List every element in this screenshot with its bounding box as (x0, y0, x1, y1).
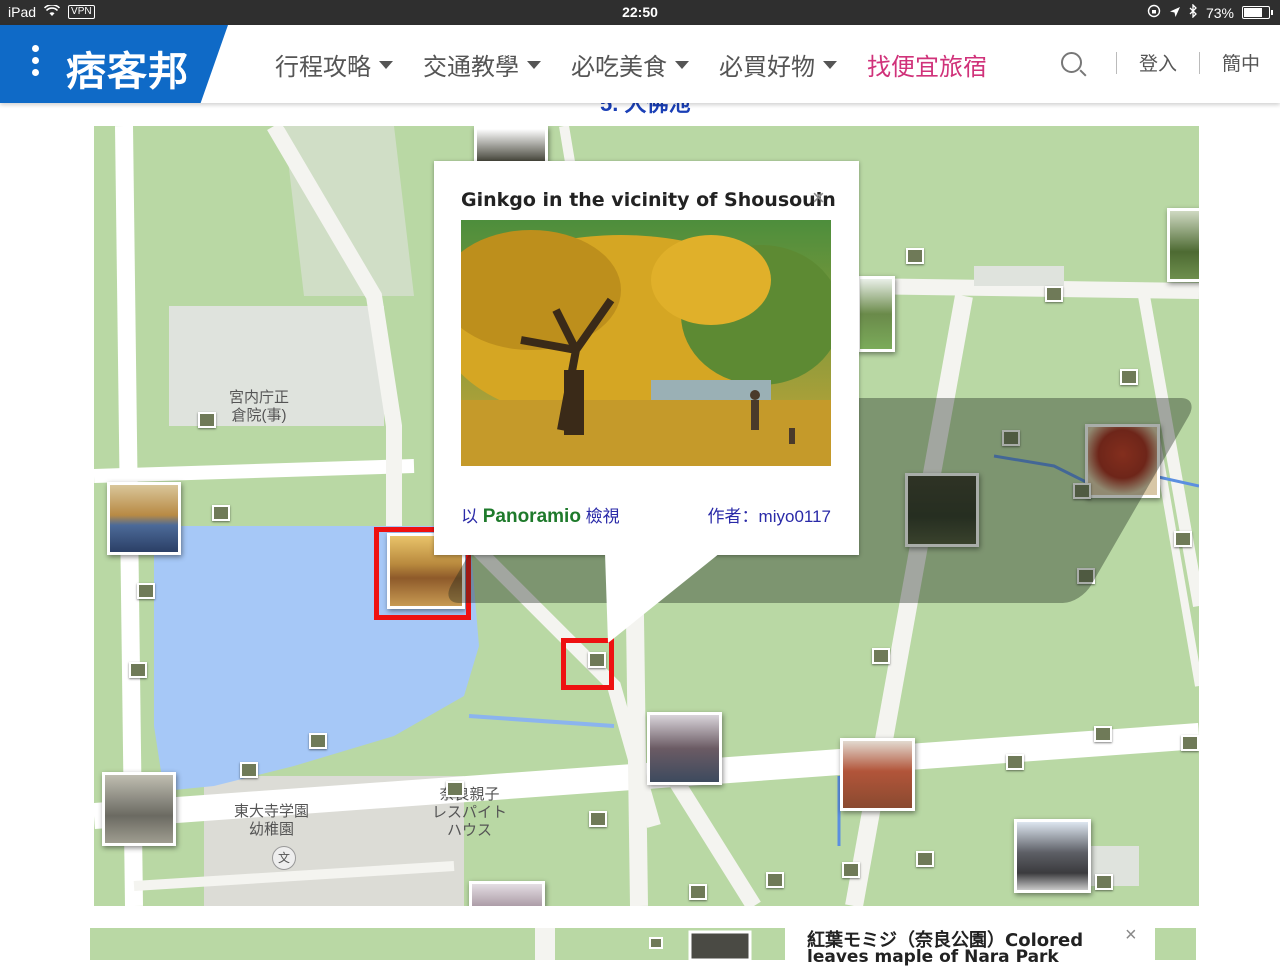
photo-marker[interactable] (906, 248, 924, 264)
battery-icon (1242, 6, 1273, 19)
header-actions: 登入 簡中 (1060, 49, 1260, 76)
next-info-window: 紅葉モミジ（奈良公園）Colored leaves maple of Nara … (785, 918, 1155, 967)
lock-rotation-icon (1147, 4, 1161, 21)
photo-marker[interactable] (137, 583, 155, 599)
info-window-photo[interactable] (461, 220, 831, 466)
photo-marker[interactable] (872, 648, 890, 664)
photo-marker[interactable] (766, 872, 784, 888)
divider (1198, 51, 1200, 74)
photo-marker[interactable] (1174, 531, 1192, 547)
photo-thumbnail[interactable] (107, 482, 181, 555)
photo-thumbnail[interactable] (1167, 208, 1199, 282)
photo-thumbnail[interactable] (857, 276, 895, 352)
location-arrow-icon (1169, 5, 1181, 21)
photo-marker[interactable] (1120, 369, 1138, 385)
author-link[interactable]: 作者：miyo0117 (708, 502, 831, 527)
photo-marker[interactable] (240, 762, 258, 778)
menu-dots-icon[interactable] (32, 45, 40, 81)
clock: 22:50 (622, 4, 658, 20)
photo-thumbnail[interactable] (647, 712, 722, 785)
school-icon: 文 (272, 846, 296, 870)
next-info-subtitle: leaves maple of Nara Park (807, 947, 1059, 967)
photo-marker[interactable] (1006, 754, 1024, 770)
main-nav: 行程攻略 交通教學 必吃美食 必買好物 找便宜旅宿 (275, 47, 1017, 82)
label-shosoin: 宮内庁正 倉院(事) (229, 389, 290, 424)
nav-item-food[interactable]: 必吃美食 (571, 47, 689, 82)
logo-block[interactable]: 痞客邦 (0, 25, 228, 103)
info-window-tail (605, 553, 720, 643)
photo-marker[interactable] (446, 781, 464, 797)
caret-down-icon (675, 60, 689, 69)
info-window: Ginkgo in the vicinity of Shousouin × 以 … (434, 161, 859, 555)
photo-marker[interactable] (198, 412, 216, 428)
photo-marker[interactable] (1045, 286, 1063, 302)
divider (1115, 51, 1117, 74)
photo-marker[interactable] (589, 811, 607, 827)
photo-thumbnail[interactable] (474, 126, 548, 166)
label-kindergarten: 東大寺学園 幼稚園 (234, 803, 310, 838)
photo-thumbnail[interactable] (840, 738, 915, 811)
site-header: 痞客邦 行程攻略 交通教學 必吃美食 必買好物 找便宜旅宿 登入 簡中 (0, 25, 1280, 103)
nav-item-transport[interactable]: 交通教學 (423, 47, 541, 82)
photo-marker[interactable] (842, 862, 860, 878)
panoramio-link[interactable]: 以 Panoramio 檢視 (461, 502, 620, 528)
annotation-highlight-marker (561, 638, 614, 690)
site-logo[interactable]: 痞客邦 (66, 39, 189, 97)
photo-marker[interactable] (129, 662, 147, 678)
nav-item-itinerary[interactable]: 行程攻略 (275, 47, 393, 82)
photo-marker[interactable] (1181, 735, 1199, 751)
caret-down-icon (527, 60, 541, 69)
nav-item-hotels[interactable]: 找便宜旅宿 (867, 47, 987, 82)
caret-down-icon (379, 60, 393, 69)
search-icon[interactable] (1060, 52, 1082, 73)
bluetooth-icon (1189, 3, 1198, 21)
photo-thumbnail[interactable] (469, 881, 545, 906)
nav-item-shopping[interactable]: 必買好物 (719, 47, 837, 82)
login-link[interactable]: 登入 (1139, 49, 1177, 76)
ginkgo-photo (461, 220, 831, 466)
battery-percent: 73% (1205, 4, 1234, 21)
photo-marker[interactable] (689, 884, 707, 900)
language-link[interactable]: 簡中 (1222, 49, 1260, 76)
photo-marker[interactable] (916, 851, 934, 867)
photo-thumbnail[interactable] (102, 772, 176, 846)
photo-thumbnail[interactable] (1014, 819, 1091, 893)
battery-fill (1244, 8, 1262, 17)
close-icon[interactable]: × (1125, 924, 1137, 947)
caret-down-icon (823, 60, 837, 69)
status-bar: iPad VPN 22:50 73% (0, 0, 1280, 25)
info-window-title: Ginkgo in the vicinity of Shousouin (461, 189, 836, 211)
photo-marker[interactable] (212, 505, 230, 521)
photo-marker[interactable] (1095, 874, 1113, 890)
photo-marker[interactable] (309, 733, 327, 749)
photo-marker[interactable] (1094, 726, 1112, 742)
label-respite-house: 奈良親子 レスパイト ハウス (432, 786, 508, 839)
close-icon[interactable]: × (812, 185, 825, 211)
